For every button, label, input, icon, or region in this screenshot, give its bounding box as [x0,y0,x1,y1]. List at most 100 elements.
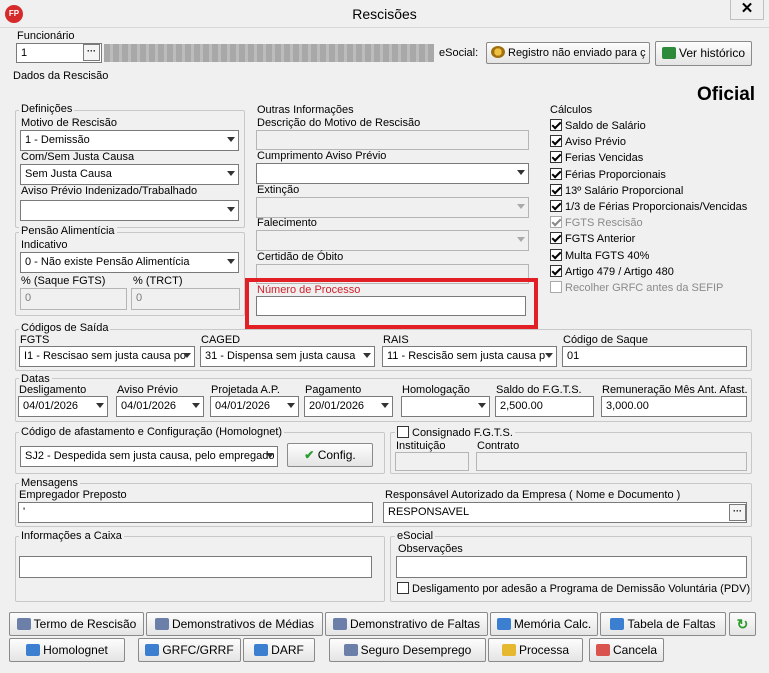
falecimento-select[interactable] [256,230,529,251]
observacoes-input[interactable] [396,556,747,578]
homologacao-label: Homologação [402,384,470,396]
desligamento-date[interactable]: 04/01/2026 [18,396,108,417]
demonstrativo-faltas-button[interactable]: Demonstrativo de Faltas [325,612,488,636]
projetada-date[interactable]: 04/01/2026 [210,396,299,417]
trct-label: % (TRCT) [133,275,183,287]
caged-label: CAGED [201,334,241,346]
contrato-label: Contrato [477,440,520,452]
processa-button[interactable]: Processa [488,638,583,662]
calculo-label: Férias Proporcionais [565,168,666,181]
cancela-button[interactable]: Cancela [589,638,664,662]
registro-status-button[interactable]: Registro não enviado para ç [486,42,650,64]
calculos-title: Cálculos [550,104,593,116]
calculo-label: FGTS Rescisão [565,217,643,230]
darf-button[interactable]: DARF [243,638,315,662]
seguro-desemprego-button[interactable]: Seguro Desemprego [329,638,486,662]
aviso-indenizado-select[interactable] [20,200,239,221]
calculo-checkbox[interactable]: 1/3 de Férias Proporcionais/Vencidas [550,200,747,214]
demonstrativo-medias-button[interactable]: Demonstrativos de Médias [146,612,323,636]
fgts-code-select[interactable]: I1 - Rescisao sem justa causa po [19,346,195,367]
history-icon [661,47,676,59]
cumprimento-select[interactable] [256,163,529,184]
chevron-down-icon [227,259,235,264]
calculo-label: 1/3 de Férias Proporcionais/Vencidas [565,201,748,213]
contrato-input[interactable] [476,452,747,471]
responsavel-label: Responsável Autorizado da Empresa ( Nome… [385,489,681,501]
calculo-checkbox[interactable]: Multa FGTS 40% [550,248,649,263]
trct-input[interactable]: 0 [131,288,240,310]
close-button[interactable]: ✕ [730,0,764,20]
motivo-label: Motivo de Rescisão [21,117,117,129]
remuneracao-label: Remuneração Mês Ant. Afast. [602,384,748,396]
indicativo-label: Indicativo [21,239,68,251]
outras-title: Outras Informações [257,104,354,116]
responsavel-input[interactable]: RESPONSAVEL [383,502,747,523]
descricao-input[interactable] [256,130,529,150]
rais-select[interactable]: 11 - Rescisão sem justa causa p [382,346,557,367]
chevron-down-icon [192,403,200,408]
mensagens-title: Mensagens [19,477,80,489]
definicoes-title: Definições [19,103,75,115]
calculo-checkbox[interactable]: Recolher GRFC antes da SEFIP [550,281,723,295]
calculo-label: Aviso Prévio [565,136,626,149]
checkbox-box [550,216,562,229]
afastamento-select[interactable]: SJ2 - Despedida sem justa causa, pelo em… [20,446,278,467]
remuneracao-input[interactable]: 3,000.00 [601,396,747,417]
preposto-label: Empregador Preposto [19,489,127,501]
printer-icon [16,618,31,630]
desligamento-label: Desligamento [19,384,87,396]
indicativo-select[interactable]: 0 - Não existe Pensão Alimentícia [20,252,239,273]
saldo-fgts-label: Saldo do F.G.T.S. [496,384,582,396]
aviso-previo-date-label: Aviso Prévio [117,384,178,396]
homologacao-date[interactable] [401,396,490,417]
app-logo-icon: FP [5,5,23,23]
descricao-label: Descrição do Motivo de Rescisão [257,117,421,129]
grfc-grrf-button[interactable]: GRFC/GRRF [138,638,241,662]
cancel-icon [595,644,610,656]
aviso-previo-date[interactable]: 04/01/2026 [116,396,204,417]
calculo-label: Recolher GRFC antes da SEFIP [565,282,724,294]
tabela-faltas-button[interactable]: Tabela de Faltas [600,612,726,636]
calculo-label: 13º Salário Proporcional [565,184,684,197]
caixa-input[interactable] [19,556,372,578]
preposto-input[interactable]: ' [18,502,373,523]
motivo-select[interactable]: 1 - Demissão [20,130,239,151]
saldo-fgts-input[interactable]: 2,500.00 [495,396,594,417]
instituicao-input[interactable] [395,452,469,471]
chevron-down-icon [478,403,486,408]
caged-select[interactable]: 31 - Dispensa sem justa causa [200,346,375,367]
memoria-calc-button[interactable]: Memória Calc. [490,612,598,636]
checkbox-box [397,582,409,594]
justa-causa-select[interactable]: Sem Justa Causa [20,164,239,185]
funcionario-lookup-button[interactable]: ··· [83,44,100,61]
chevron-down-icon [517,237,525,242]
calculo-checkbox[interactable]: FGTS Anterior [550,232,635,246]
chevron-down-icon [381,403,389,408]
oficial-label: Oficial [697,84,756,105]
calculo-checkbox[interactable]: Ferias Vencidas [550,151,643,165]
calculo-checkbox[interactable]: Aviso Prévio [550,135,626,149]
afastamento-title: Código de afastamento e Configuração (Ho… [19,426,285,438]
calculo-checkbox[interactable]: 13º Salário Proporcional [550,183,684,198]
calculo-checkbox[interactable]: Saldo de Salário [550,119,646,133]
homolognet-button[interactable]: Homolognet [9,638,125,662]
pdv-checkbox[interactable]: Desligamento por adesão a Programa de De… [397,582,750,596]
codigo-saque-input[interactable]: 01 [562,346,747,367]
refresh-button[interactable]: ↻ [729,612,756,636]
codigo-saque-label: Código de Saque [563,334,649,346]
responsavel-lookup-button[interactable]: ··· [729,504,746,521]
ver-historico-button[interactable]: Ver histórico [655,41,752,66]
calculo-checkbox[interactable]: FGTS Rescisão [550,216,643,230]
calculo-checkbox[interactable]: Artigo 479 / Artigo 480 [550,264,674,279]
printer-icon [332,618,347,630]
calculo-checkbox[interactable]: Férias Proporcionais [550,167,666,182]
pagamento-date[interactable]: 20/01/2026 [304,396,393,417]
extincao-select[interactable] [256,197,529,218]
termo-rescisao-button[interactable]: Termo de Rescisão [9,612,144,636]
instituicao-label: Instituição [396,440,446,452]
checkbox-box [550,167,562,180]
saque-fgts-input[interactable]: 0 [20,288,127,310]
config-button[interactable]: ✔ Config. [287,443,373,467]
consignado-checkbox[interactable]: Consignado F.G.T.S. [395,426,515,440]
calculo-label: FGTS Anterior [565,233,636,246]
